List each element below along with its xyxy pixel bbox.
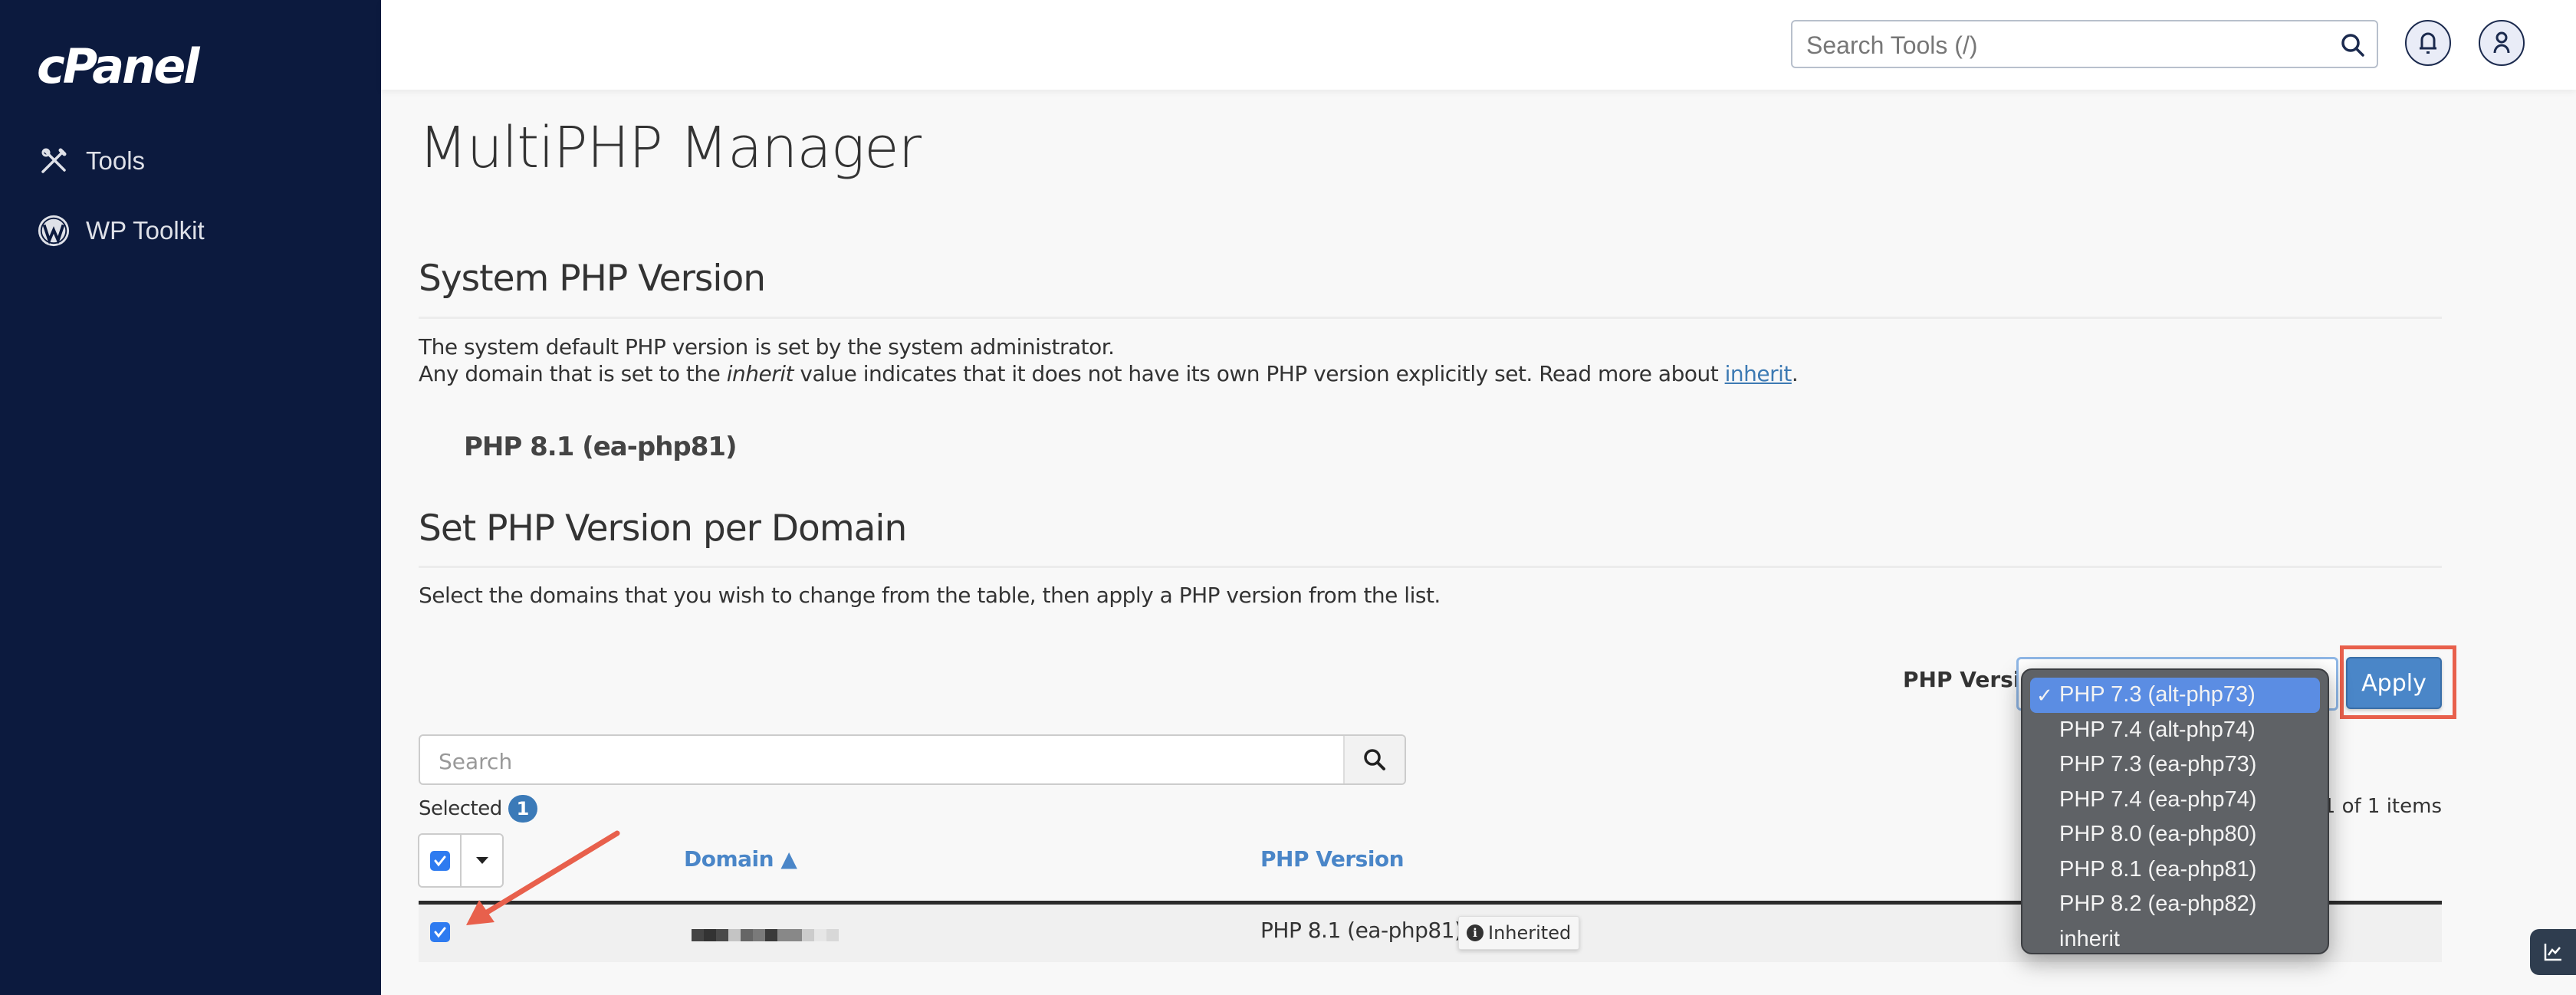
- search-icon[interactable]: [2340, 32, 2366, 61]
- option-label: inherit: [2059, 926, 2120, 951]
- system-php-heading: System PHP Version: [419, 258, 766, 300]
- system-description: The system default PHP version is set by…: [419, 334, 1115, 360]
- check-icon: ✓: [2036, 684, 2053, 707]
- search-tools-input[interactable]: [1805, 28, 2329, 63]
- selected-count-badge: 1: [508, 795, 537, 823]
- dropdown-option[interactable]: inherit: [2030, 922, 2320, 957]
- text: Any domain that is set to the: [419, 361, 727, 386]
- checkmark-icon: [434, 855, 445, 866]
- inherit-emphasis: inherit: [726, 361, 794, 386]
- dropdown-option[interactable]: PHP 7.4 (alt-php74): [2030, 713, 2320, 748]
- option-label: PHP 7.4 (ea-php74): [2059, 786, 2257, 812]
- text: .: [1791, 361, 1799, 386]
- option-label: PHP 7.4 (alt-php74): [2059, 717, 2256, 742]
- sidebar-item-tools[interactable]: Tools: [37, 144, 145, 178]
- selected-text: Selected: [419, 797, 502, 820]
- domain-search-button[interactable]: [1343, 736, 1405, 783]
- wordpress-icon: [37, 214, 71, 248]
- search-tools-box: [1791, 20, 2378, 68]
- user-menu-button[interactable]: [2479, 20, 2525, 66]
- option-label: PHP 7.3 (alt-php73): [2059, 682, 2256, 708]
- row-checkbox[interactable]: [430, 922, 450, 942]
- paging-info: - 1 of 1 items: [2309, 795, 2442, 818]
- checkmark-icon: [434, 927, 446, 938]
- column-header-php-version[interactable]: PHP Version: [1260, 846, 1405, 872]
- badge-label: Inherited: [1488, 922, 1572, 944]
- per-domain-heading: Set PHP Version per Domain: [419, 507, 907, 550]
- chart-line-icon: [2544, 944, 2561, 961]
- option-label: PHP 8.2 (ea-php82): [2059, 892, 2257, 917]
- bulk-select-dropdown[interactable]: [460, 835, 502, 886]
- inherit-link[interactable]: inherit: [1725, 361, 1792, 386]
- sidebar-item-wp-toolkit[interactable]: WP Toolkit: [37, 214, 205, 248]
- option-label: PHP 8.1 (ea-php81): [2059, 856, 2257, 882]
- dropdown-option[interactable]: PHP 8.1 (ea-php81): [2030, 852, 2320, 888]
- dropdown-option[interactable]: PHP 7.3 (ea-php73): [2030, 747, 2320, 783]
- notifications-button[interactable]: [2405, 20, 2451, 66]
- info-icon: i: [1467, 924, 1484, 941]
- search-icon: [1364, 749, 1385, 770]
- dropdown-option[interactable]: PHP 8.0 (ea-php80): [2030, 817, 2320, 852]
- option-label: PHP 8.0 (ea-php80): [2059, 822, 2257, 847]
- sidebar: cPanel Tools WP Toolkit: [0, 0, 381, 995]
- text: value indicates that it does not have it…: [794, 361, 1725, 386]
- domain-name-redacted: [692, 929, 839, 941]
- dropdown-option[interactable]: PHP 7.4 (ea-php74): [2030, 783, 2320, 818]
- inherit-description: Any domain that is set to the inherit va…: [419, 361, 1799, 386]
- dropdown-option[interactable]: ✓ PHP 7.3 (alt-php73): [2030, 678, 2320, 713]
- cpanel-logo[interactable]: cPanel: [37, 40, 200, 94]
- dropdown-option[interactable]: PHP 8.2 (ea-php82): [2030, 887, 2320, 922]
- select-all-checkbox[interactable]: [419, 835, 460, 886]
- bell-icon: [2420, 32, 2436, 54]
- bulk-select-control: [418, 833, 504, 888]
- selected-count-label: Selected 1: [419, 795, 537, 823]
- column-header-domain[interactable]: Domain ▲: [684, 846, 797, 872]
- sidebar-item-label: WP Toolkit: [86, 216, 205, 245]
- option-label: PHP 7.3 (ea-php73): [2059, 752, 2257, 777]
- divider: [419, 317, 2442, 319]
- caret-down-icon: [475, 856, 488, 864]
- sort-asc-icon: ▲: [780, 846, 797, 872]
- page-title: MultiPHP Manager: [419, 115, 922, 181]
- row-php-version: PHP 8.1 (ea-php81): [1260, 918, 1463, 943]
- divider: [419, 566, 2442, 568]
- inherited-badge[interactable]: i Inherited: [1458, 916, 1580, 950]
- column-label: Domain: [684, 846, 774, 872]
- sidebar-item-label: Tools: [86, 146, 146, 175]
- domain-search-input[interactable]: [437, 744, 1345, 779]
- user-icon: [2493, 31, 2510, 54]
- system-php-version-value: PHP 8.1 (ea-php81): [464, 432, 738, 462]
- analytics-button[interactable]: [2530, 929, 2576, 975]
- apply-button[interactable]: Apply: [2346, 657, 2442, 709]
- domain-search-box: [419, 734, 1406, 785]
- per-domain-description: Select the domains that you wish to chan…: [419, 583, 1441, 608]
- tools-icon: [37, 144, 71, 178]
- php-version-dropdown-menu: ✓ PHP 7.3 (alt-php73) PHP 7.4 (alt-php74) P…: [2021, 668, 2329, 954]
